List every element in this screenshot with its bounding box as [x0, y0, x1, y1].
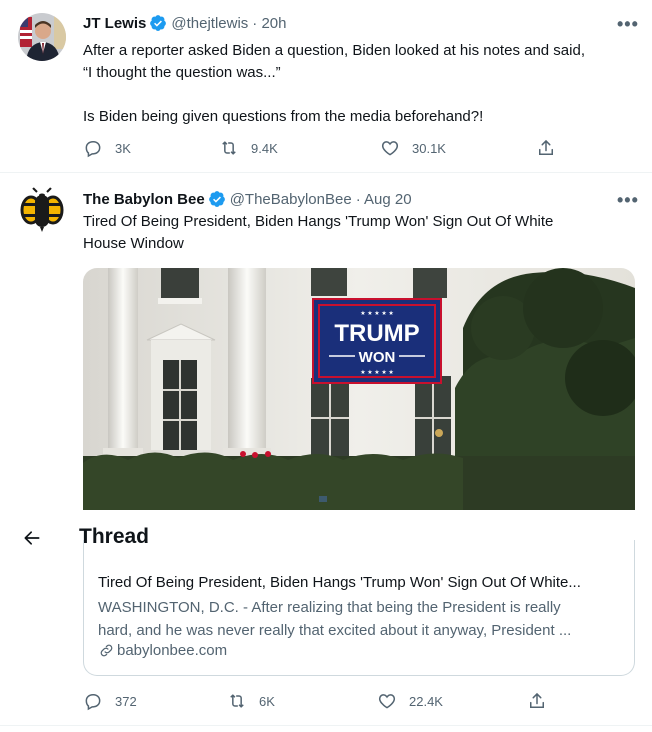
tweet-header: The Babylon Bee @TheBabylonBee · Aug 20 — [83, 190, 412, 208]
author-name[interactable]: The Babylon Bee — [83, 191, 205, 208]
share-button[interactable] — [536, 138, 556, 158]
back-arrow-icon[interactable] — [22, 528, 42, 548]
reply-count: 372 — [115, 693, 137, 709]
svg-text:★ ★ ★ ★ ★: ★ ★ ★ ★ ★ — [360, 369, 394, 376]
tweet-text-line: “I thought the question was...” — [83, 64, 281, 81]
heart-icon — [381, 141, 399, 156]
card-description-line: hard, and he was never really that excit… — [98, 622, 572, 639]
flag-text-won: WON — [359, 349, 396, 366]
tweet-header: JT Lewis @thejtlewis · 20h — [83, 14, 286, 32]
tweet-text-line: House Window — [83, 235, 184, 252]
like-count: 30.1K — [412, 140, 446, 156]
reply-icon — [85, 141, 101, 158]
tweet-image[interactable]: ★ ★ ★ ★ ★ TRUMP WON ★ ★ ★ ★ ★ — [83, 268, 635, 510]
retweet-count: 6K — [259, 693, 275, 709]
tweet-actions: 372 6K 22.4K — [83, 691, 547, 711]
share-icon — [530, 692, 544, 708]
card-domain: babylonbee.com — [98, 642, 227, 659]
tweet-text-line: Tired Of Being President, Biden Hangs 'T… — [83, 213, 554, 230]
card-domain-text: babylonbee.com — [117, 642, 228, 659]
retweet-count: 9.4K — [251, 140, 278, 156]
author-handle[interactable]: @thejtlewis — [171, 15, 248, 32]
retweet-icon — [222, 141, 236, 155]
like-count: 22.4K — [409, 693, 443, 709]
card-title: Tired Of Being President, Biden Hangs 'T… — [98, 574, 581, 591]
divider — [0, 725, 652, 726]
reply-count: 3K — [115, 140, 131, 156]
reply-icon — [85, 694, 101, 711]
tweet-time[interactable]: · 20h — [252, 15, 286, 32]
tweet-jt-lewis[interactable]: JT Lewis @thejtlewis · 20h ••• After a r… — [0, 0, 652, 172]
tweet-time[interactable]: · Aug 20 — [356, 191, 412, 208]
more-options-icon[interactable]: ••• — [617, 190, 639, 211]
verified-badge-icon — [150, 15, 167, 31]
card-description: WASHINGTON, D.C. - After realizing that … — [98, 596, 626, 642]
retweet-button[interactable]: 6K — [227, 691, 377, 711]
avatar-babylon-bee[interactable] — [18, 186, 66, 234]
tweet-text-line: Is Biden being given questions from the … — [83, 108, 484, 125]
tweet-actions: 3K 9.4K 30.1K — [83, 138, 556, 158]
author-name[interactable]: JT Lewis — [83, 15, 146, 32]
like-button[interactable]: 22.4K — [377, 691, 527, 711]
flag-text-trump: TRUMP — [334, 320, 419, 347]
verified-badge-icon — [208, 191, 225, 207]
reply-button[interactable]: 3K — [83, 138, 219, 158]
retweet-icon — [230, 694, 244, 708]
more-options-icon[interactable]: ••• — [617, 14, 639, 35]
retweet-button[interactable]: 9.4K — [219, 138, 380, 158]
reply-button[interactable]: 372 — [83, 691, 227, 711]
card-description-line: WASHINGTON, D.C. - After realizing that … — [98, 599, 561, 616]
link-card[interactable]: Tired Of Being President, Biden Hangs 'T… — [83, 540, 635, 676]
author-handle[interactable]: @TheBabylonBee — [230, 191, 352, 208]
avatar-jt-lewis[interactable] — [18, 13, 66, 61]
like-button[interactable]: 30.1K — [380, 138, 536, 158]
share-icon — [539, 139, 553, 155]
tweet-text-line: After a reporter asked Biden a question,… — [83, 42, 585, 59]
share-button[interactable] — [527, 691, 547, 711]
link-icon — [100, 644, 113, 657]
svg-text:★ ★ ★ ★ ★: ★ ★ ★ ★ ★ — [360, 310, 394, 317]
tweet-text: Tired Of Being President, Biden Hangs 'T… — [83, 211, 643, 255]
heart-icon — [378, 694, 396, 709]
tweet-text: After a reporter asked Biden a question,… — [83, 40, 643, 128]
